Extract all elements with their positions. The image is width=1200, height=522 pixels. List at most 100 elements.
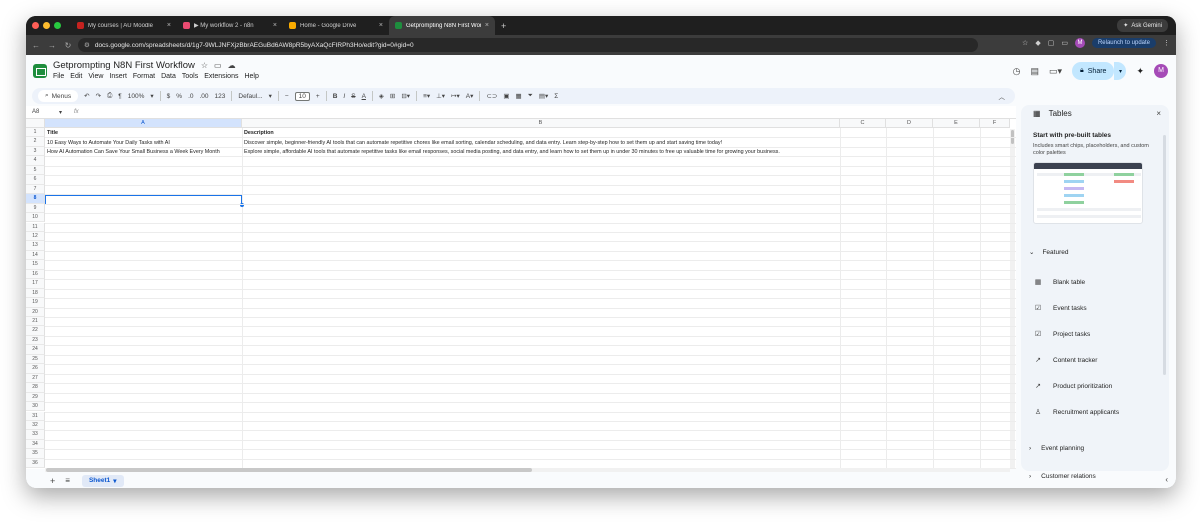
panel-scrollbar[interactable] bbox=[1163, 135, 1166, 375]
search-menus-button[interactable]: ⌕ Menus bbox=[38, 90, 79, 102]
share-button[interactable]: 🔒︎ Share bbox=[1072, 62, 1115, 80]
template-content-tracker[interactable]: ↗ Content tracker bbox=[1033, 356, 1097, 365]
column-header-a[interactable]: A bbox=[45, 119, 242, 128]
featured-section-toggle[interactable]: ⌄ Featured bbox=[1029, 248, 1068, 257]
select-all-corner[interactable] bbox=[26, 119, 45, 128]
percent-format-button[interactable]: % bbox=[176, 93, 182, 100]
row-header-30[interactable]: 30 bbox=[26, 402, 45, 412]
functions-icon[interactable]: Σ bbox=[554, 93, 558, 100]
row-header-14[interactable]: 14 bbox=[26, 250, 45, 261]
address-bar[interactable]: ⚙ docs.google.com/spreadsheets/d/1g7-9WL… bbox=[78, 38, 978, 52]
tab-close-icon[interactable]: × bbox=[273, 22, 277, 29]
cloud-status-icon[interactable]: ☁ bbox=[228, 61, 236, 70]
row-header-25[interactable]: 25 bbox=[26, 354, 45, 365]
row-header-15[interactable]: 15 bbox=[26, 260, 45, 270]
fill-color-icon[interactable]: ◈ bbox=[379, 92, 384, 100]
row-header-33[interactable]: 33 bbox=[26, 430, 45, 440]
row-header-31[interactable]: 31 bbox=[26, 411, 45, 421]
table-preview-image[interactable] bbox=[1033, 162, 1143, 224]
template-recruitment-applicants[interactable]: ♙ Recruitment applicants bbox=[1033, 408, 1119, 417]
row-header-13[interactable]: 13 bbox=[26, 241, 45, 251]
row-header-7[interactable]: 7 bbox=[26, 184, 45, 195]
row-header-23[interactable]: 23 bbox=[26, 335, 45, 346]
row-header-8[interactable]: 8 bbox=[26, 194, 45, 204]
increase-decimal-button[interactable]: .00 bbox=[199, 93, 208, 100]
browser-tab-moodle[interactable]: My courses | AU Moodle × bbox=[71, 16, 177, 35]
row-header-9[interactable]: 9 bbox=[26, 203, 45, 214]
row-header-35[interactable]: 35 bbox=[26, 449, 45, 459]
paint-format-icon[interactable]: ¶ bbox=[118, 93, 122, 100]
star-icon[interactable]: ☆ bbox=[201, 61, 208, 70]
tab-close-icon[interactable]: × bbox=[379, 22, 383, 29]
filter-views-icon[interactable]: ▤▾ bbox=[539, 92, 548, 100]
more-formats-button[interactable]: 123 bbox=[215, 93, 226, 100]
add-sheet-button[interactable]: + bbox=[50, 476, 55, 486]
row-header-17[interactable]: 17 bbox=[26, 279, 45, 289]
template-event-tasks[interactable]: ☑ Event tasks bbox=[1033, 304, 1087, 313]
group-customer-relations[interactable]: › Customer relations bbox=[1029, 473, 1096, 480]
site-info-icon[interactable]: ⚙ bbox=[84, 41, 90, 49]
profile-avatar[interactable]: M bbox=[1074, 38, 1085, 48]
row-header-24[interactable]: 24 bbox=[26, 345, 45, 355]
font-select[interactable]: Defaul... bbox=[238, 93, 262, 100]
row-header-27[interactable]: 27 bbox=[26, 373, 45, 384]
row-header-11[interactable]: 11 bbox=[26, 222, 45, 232]
borders-icon[interactable]: ⊞ bbox=[390, 92, 395, 100]
move-folder-icon[interactable]: ▭ bbox=[214, 61, 222, 70]
browser-tab-drive[interactable]: Home - Google Drive × bbox=[283, 16, 389, 35]
sheets-logo-icon[interactable] bbox=[33, 64, 47, 78]
column-header-c[interactable]: C bbox=[840, 119, 886, 128]
relaunch-to-update-button[interactable]: Relaunch to update bbox=[1091, 38, 1156, 48]
menu-insert[interactable]: Insert bbox=[109, 73, 127, 80]
font-size-increase-button[interactable]: + bbox=[316, 93, 320, 100]
reload-icon[interactable]: ↻ bbox=[62, 41, 74, 50]
tab-close-icon[interactable]: × bbox=[485, 22, 489, 29]
font-size-input[interactable]: 10 bbox=[294, 91, 310, 101]
browser-tab-n8n[interactable]: ▶ My workflow 2 - n8n × bbox=[177, 16, 283, 35]
horizontal-scrollbar-thumb[interactable] bbox=[46, 468, 532, 472]
currency-format-button[interactable]: $ bbox=[167, 93, 171, 100]
row-header-21[interactable]: 21 bbox=[26, 317, 45, 327]
row-header-22[interactable]: 22 bbox=[26, 326, 45, 336]
row-header-4[interactable]: 4 bbox=[26, 156, 45, 166]
column-header-d[interactable]: D bbox=[886, 119, 933, 128]
menu-extensions[interactable]: Extensions bbox=[204, 73, 238, 80]
browser-tab-sheets[interactable]: Getprompting N8N First Wor... × bbox=[389, 16, 495, 35]
row-header-16[interactable]: 16 bbox=[26, 269, 45, 280]
spreadsheet-grid[interactable]: A B C D E F Title Description 10 Easy Wa… bbox=[26, 119, 1016, 469]
back-arrow-icon[interactable]: ← bbox=[30, 41, 42, 50]
insert-link-icon[interactable]: ⊂⊃ bbox=[486, 92, 497, 100]
filter-icon[interactable]: ⏷ bbox=[528, 92, 533, 100]
close-window-button[interactable] bbox=[32, 22, 39, 29]
menu-tools[interactable]: Tools bbox=[182, 73, 198, 80]
name-box[interactable]: A8 ▾ bbox=[26, 109, 66, 116]
sheet-tab-sheet1[interactable]: Sheet1 ▾ bbox=[81, 474, 124, 487]
forward-arrow-icon[interactable]: → bbox=[46, 41, 58, 50]
insert-chart-icon[interactable]: ▦ bbox=[515, 92, 521, 100]
collapse-toolbar-icon[interactable]: ︿ bbox=[999, 91, 1006, 101]
template-product-prioritization[interactable]: ↗ Product prioritization bbox=[1033, 382, 1112, 391]
merge-cells-icon[interactable]: ⊟▾ bbox=[401, 92, 410, 100]
menu-file[interactable]: File bbox=[53, 73, 64, 80]
row-header-26[interactable]: 26 bbox=[26, 364, 45, 374]
redo-icon[interactable]: ↷ bbox=[96, 92, 101, 100]
share-options-button[interactable]: ▾ bbox=[1114, 62, 1127, 80]
ask-gemini-button[interactable]: ✦ Ask Gemini bbox=[1117, 19, 1168, 32]
group-event-planning[interactable]: › Event planning bbox=[1029, 445, 1084, 452]
extensions-puzzle-icon[interactable]: ▢ bbox=[1048, 39, 1055, 47]
row-header-5[interactable]: 5 bbox=[26, 165, 45, 176]
more-menu-icon[interactable]: ⋮ bbox=[1163, 39, 1170, 47]
italic-icon[interactable]: I bbox=[343, 93, 345, 100]
row-header-6[interactable]: 6 bbox=[26, 175, 45, 185]
history-icon[interactable]: ◷ bbox=[1013, 66, 1021, 77]
text-rotation-icon[interactable]: A▾ bbox=[466, 92, 474, 100]
row-header-20[interactable]: 20 bbox=[26, 307, 45, 317]
font-size-decrease-button[interactable]: − bbox=[285, 93, 289, 100]
all-sheets-button[interactable]: ≡ bbox=[65, 476, 70, 485]
tab-search-icon[interactable]: ▭ bbox=[1061, 39, 1068, 47]
document-title[interactable]: Getprompting N8N First Workflow bbox=[53, 60, 195, 71]
row-header-18[interactable]: 18 bbox=[26, 288, 45, 299]
template-blank-table[interactable]: ▦ Blank table bbox=[1033, 278, 1085, 287]
row-header-3[interactable]: 3 bbox=[26, 146, 45, 157]
row-header-10[interactable]: 10 bbox=[26, 213, 45, 223]
